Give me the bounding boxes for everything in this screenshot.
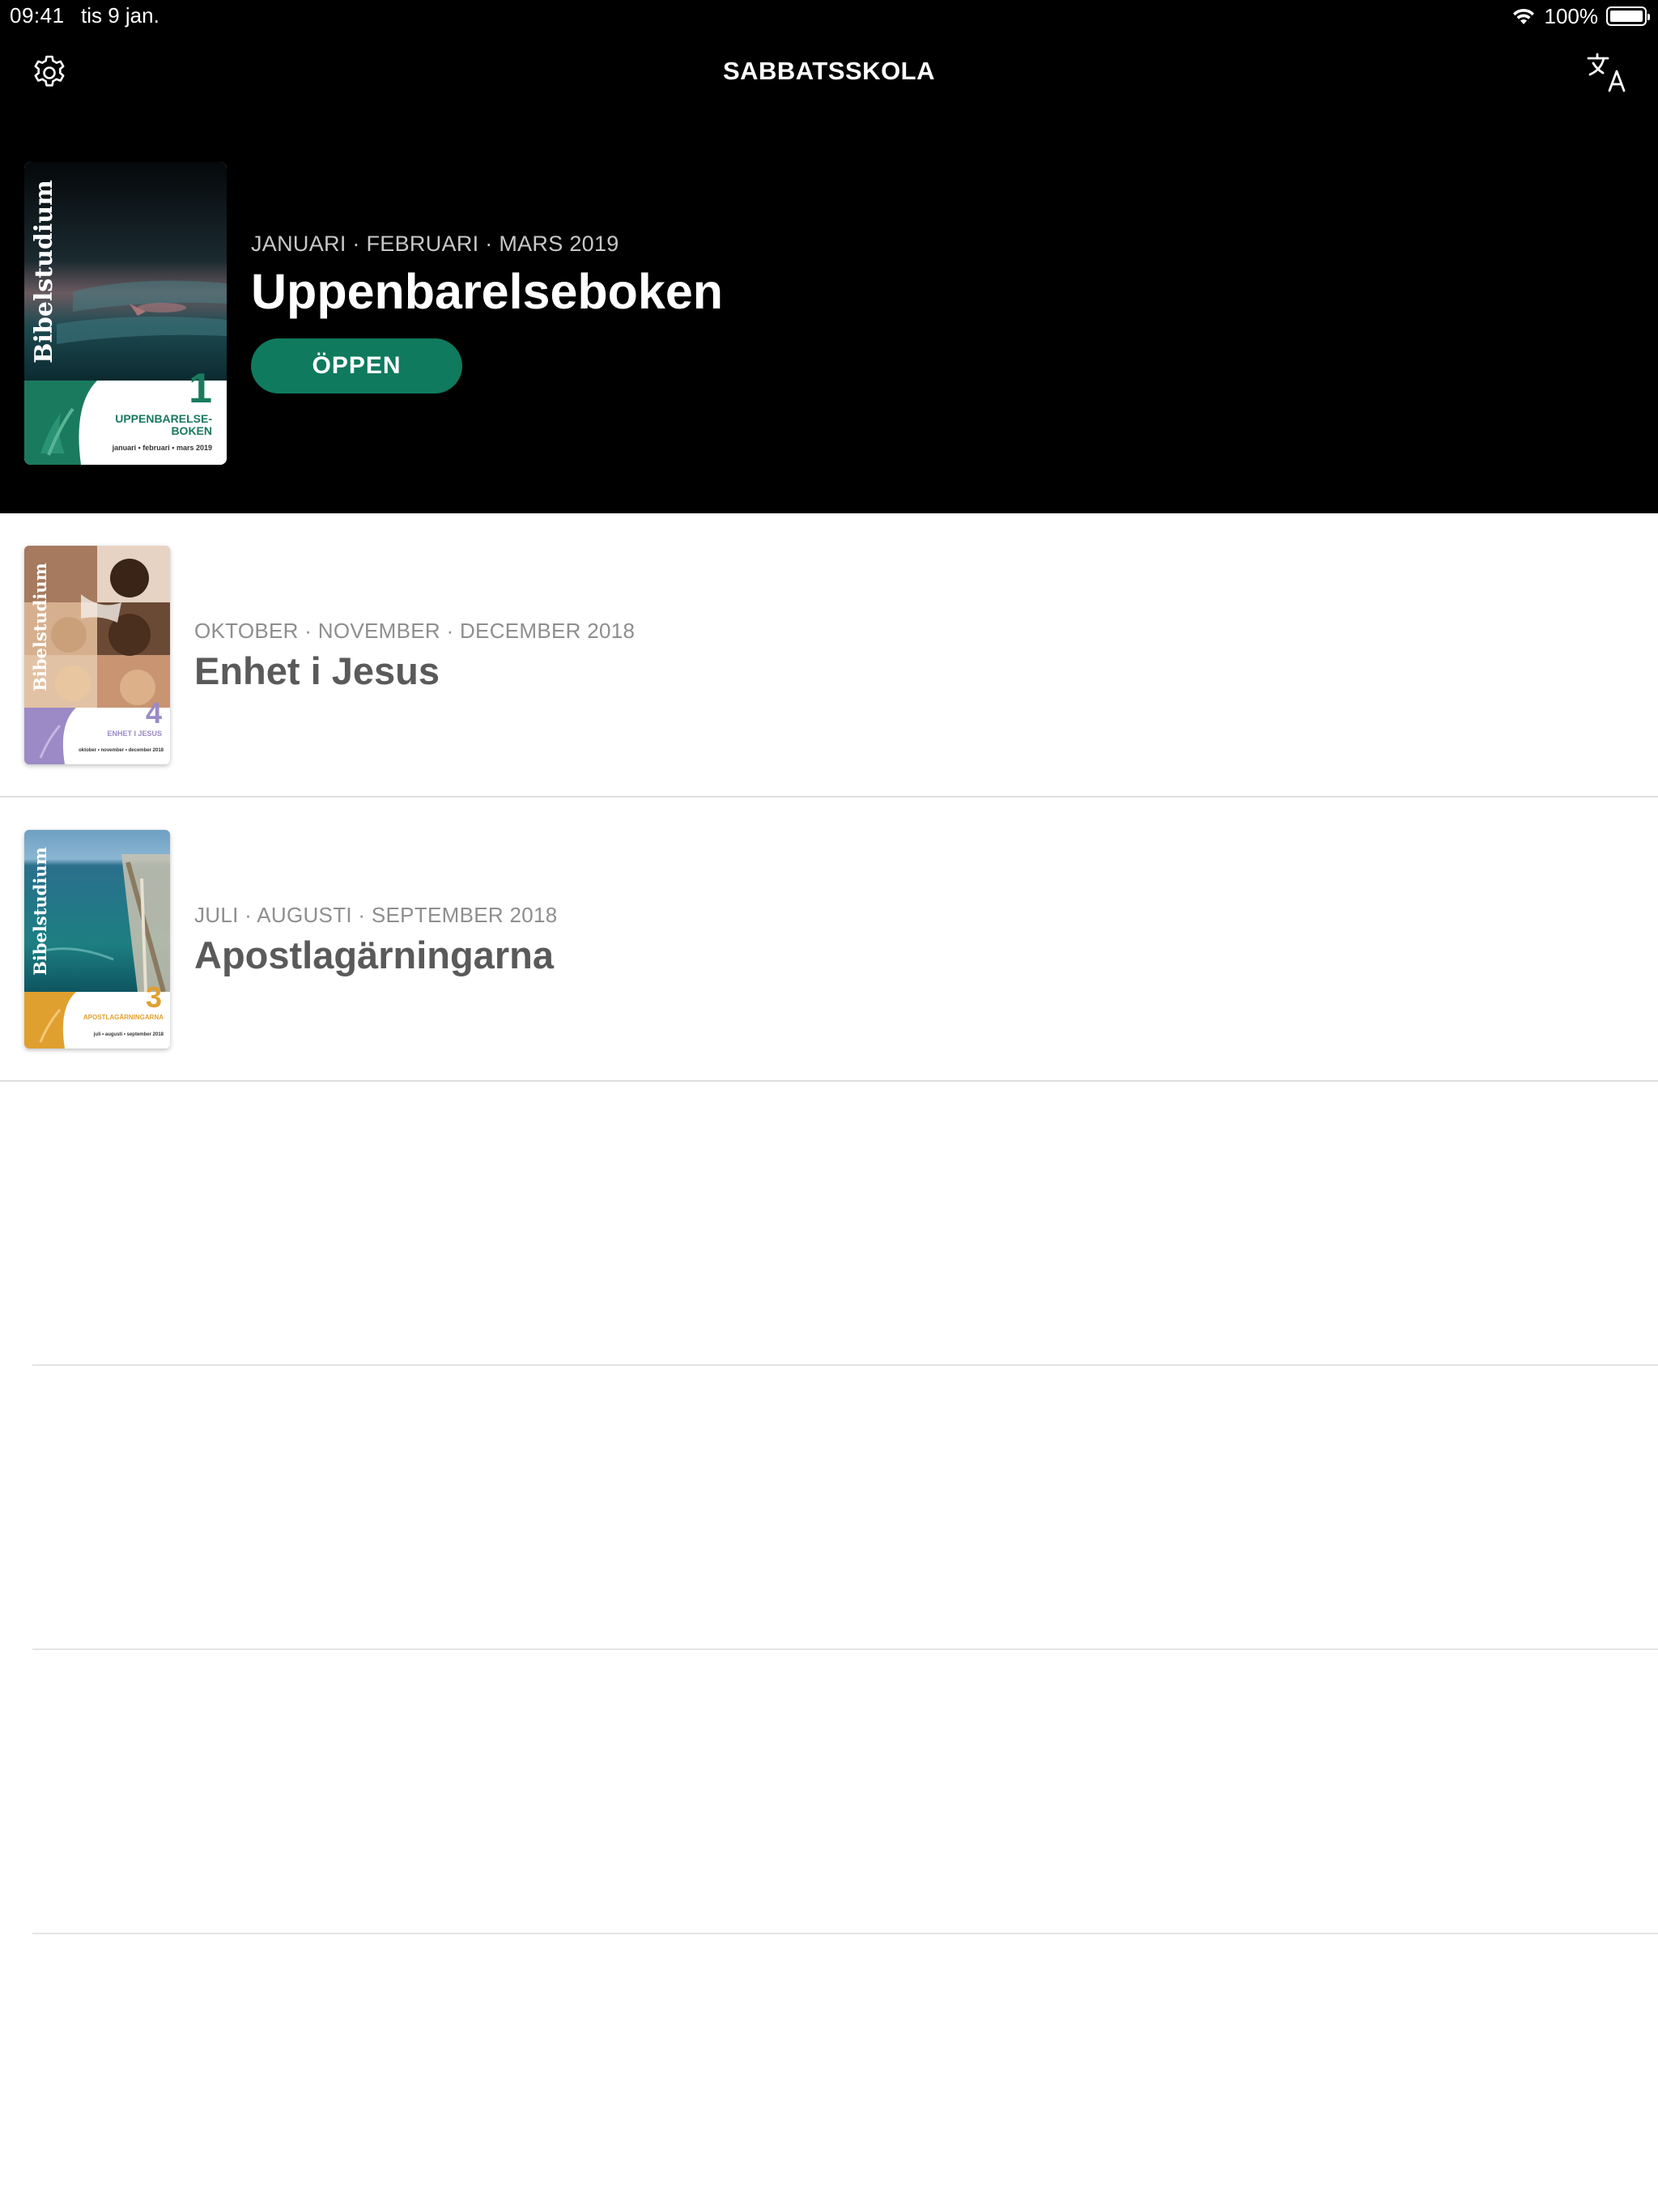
list-item[interactable]: Bibelstudium 4 ENHET I JESUS oktober • n… <box>0 513 1658 798</box>
status-indicators: 100% <box>1511 3 1650 29</box>
list-item-title: Enhet i Jesus <box>194 649 440 692</box>
status-date: tis 9 jan. <box>81 3 159 28</box>
list-item-dates: OKTOBER · NOVEMBER · DECEMBER 2018 <box>194 619 636 643</box>
translate-icon <box>1587 53 1626 92</box>
featured-quarterly: Bibelstudium 1 UPPENBARELSE- BOKEN janua… <box>0 113 1658 513</box>
cover-series-text: Bibelstudium <box>29 846 50 976</box>
status-time: 09:41 <box>10 3 65 28</box>
wifi-icon <box>1512 8 1534 24</box>
status-bar: 09:41 tis 9 jan. 100% <box>0 0 1658 32</box>
navigation-bar: SABBATSSKOLA <box>0 32 1658 113</box>
cover-months: januari • februari • mars 2019 <box>112 444 212 452</box>
cover-label: APOSTLAGÄRNINGARNA <box>83 1014 164 1021</box>
cover-number: 3 <box>145 981 162 1014</box>
empty-row <box>0 1082 1658 1366</box>
cover-number: 1 <box>189 365 212 412</box>
battery-icon <box>1606 6 1650 26</box>
quarterly-list: Bibelstudium 4 ENHET I JESUS oktober • n… <box>0 513 1658 1934</box>
cover-months: juli • augusti • september 2018 <box>93 1032 164 1037</box>
list-item-title: Apostlagärningarna <box>194 934 554 976</box>
empty-row <box>0 1366 1658 1650</box>
cover-months: oktober • november • december 2018 <box>79 748 164 753</box>
cover-logo-band <box>24 708 76 764</box>
featured-cover-image[interactable]: Bibelstudium 1 UPPENBARELSE- BOKEN janua… <box>24 162 227 465</box>
list-item-info: JULI · AUGUSTI · SEPTEMBER 2018 Apostlag… <box>194 903 558 977</box>
row-divider <box>32 1933 1658 1934</box>
quarterly-cover-image: Bibelstudium 4 ENHET I JESUS oktober • n… <box>24 546 170 764</box>
list-item-info: OKTOBER · NOVEMBER · DECEMBER 2018 Enhet… <box>194 619 635 693</box>
list-item[interactable]: Bibelstudium 3 APOSTLAGÄRNINGARNA juli •… <box>0 798 1658 1082</box>
list-item-dates: JULI · AUGUSTI · SEPTEMBER 2018 <box>194 903 558 927</box>
cover-label: ENHET I JESUS <box>107 730 162 738</box>
cover-number: 4 <box>145 696 162 730</box>
cover-logo-band <box>24 381 97 465</box>
cover-series-text: Bibelstudium <box>29 179 58 364</box>
open-button[interactable]: ÖPPEN <box>251 338 462 394</box>
featured-dates: JANUARI · FEBRUARI · MARS 2019 <box>251 232 619 256</box>
quarterly-cover-image: Bibelstudium 3 APOSTLAGÄRNINGARNA juli •… <box>24 830 170 1049</box>
battery-percent: 100% <box>1544 3 1599 28</box>
cover-logo-band <box>24 992 76 1049</box>
featured-title[interactable]: Uppenbarelseboken <box>251 264 723 319</box>
featured-info: JANUARI · FEBRUARI · MARS 2019 Uppenbare… <box>251 232 723 394</box>
language-button[interactable] <box>1585 50 1630 96</box>
empty-row <box>0 1650 1658 1934</box>
page-title: SABBATSSKOLA <box>722 57 936 85</box>
cover-series-text: Bibelstudium <box>29 562 50 691</box>
cover-label: UPPENBARELSE- BOKEN <box>115 412 212 437</box>
